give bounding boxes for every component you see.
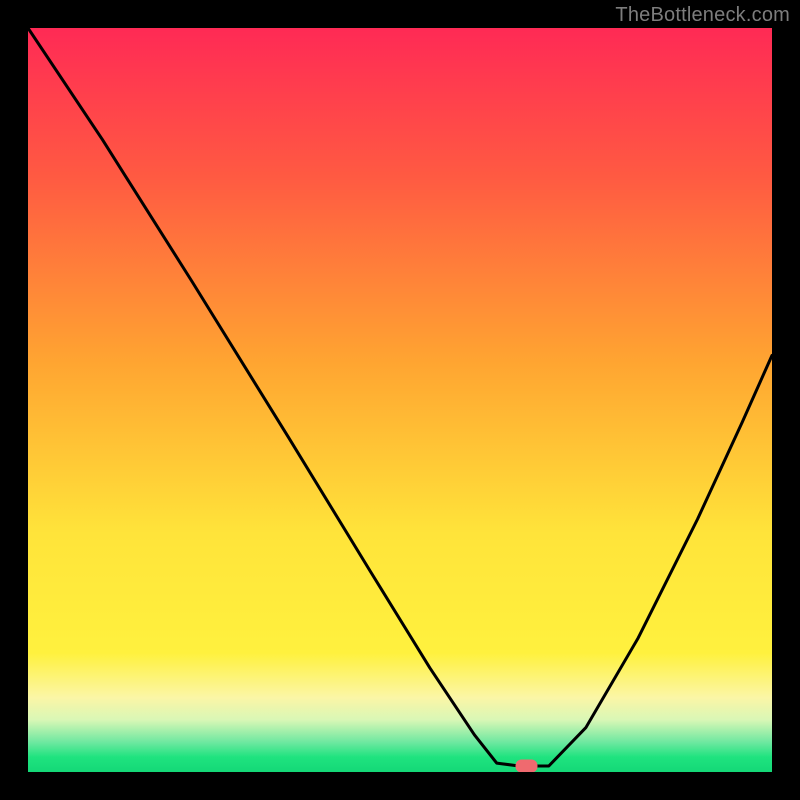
attribution-watermark: TheBottleneck.com — [615, 4, 790, 27]
optimal-marker — [516, 760, 538, 773]
plot-area — [28, 28, 772, 772]
chart-svg — [28, 28, 772, 772]
chart-frame: TheBottleneck.com — [0, 0, 800, 800]
gradient-background — [28, 28, 772, 772]
